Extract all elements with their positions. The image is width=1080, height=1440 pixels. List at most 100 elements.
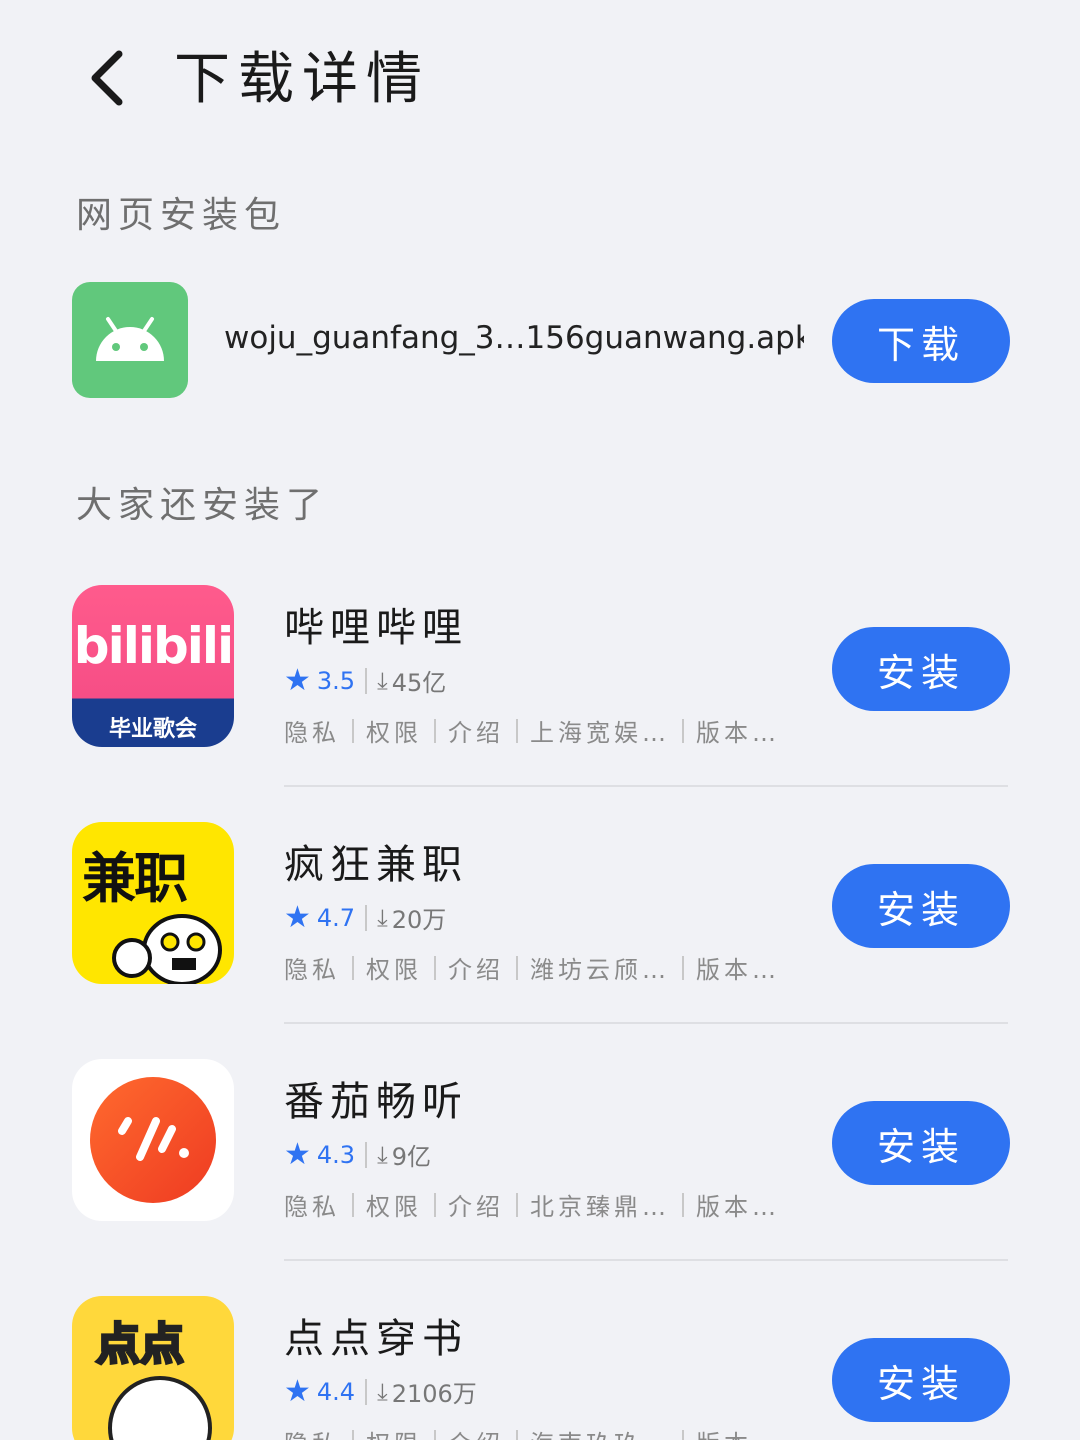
separator [352, 1192, 354, 1217]
install-button[interactable]: 安装 [832, 864, 1010, 948]
download-count: 2106万 [391, 1380, 477, 1408]
diandian-app-icon: 点点 [72, 1296, 234, 1440]
chevron-left-icon [91, 50, 123, 106]
header: 下载详情 [0, 0, 1080, 150]
app-links: 隐私 权限 介绍 潍坊云颀… 版本… [284, 950, 780, 985]
list-item[interactable]: 番茄畅听 ★ 4.3 ⤓ 9亿 隐私 权限 介绍 北京臻鼎… 版本… 安装 [72, 1059, 1010, 1261]
icon-banner-text: 毕业歌会 [108, 717, 197, 742]
android-icon [72, 282, 188, 398]
separator [365, 1141, 368, 1168]
separator [352, 955, 354, 980]
permissions-link[interactable]: 权限 [366, 713, 422, 748]
app-rating: 4.3 [316, 1140, 356, 1169]
app-meta: ★ 4.4 ⤓ 2106万 [284, 1374, 477, 1409]
divider [284, 785, 1008, 787]
install-button[interactable]: 安装 [832, 1101, 1010, 1185]
app-name: 番茄畅听 [284, 1079, 468, 1125]
back-button[interactable] [72, 38, 142, 118]
download-arrow-icon: ⤓ [377, 1140, 388, 1169]
download-count: 45亿 [391, 669, 447, 697]
version-link[interactable]: 版本… [696, 1187, 780, 1222]
separator [516, 1192, 518, 1217]
bilibili-app-icon: bilibili 毕业歌会 [72, 585, 234, 747]
download-count: 20万 [391, 906, 447, 934]
privacy-link[interactable]: 隐私 [284, 713, 340, 748]
star-icon: ★ [284, 900, 311, 935]
app-name: 哔哩哔哩 [284, 605, 468, 651]
privacy-link[interactable]: 隐私 [284, 1187, 340, 1222]
privacy-link[interactable]: 隐私 [284, 950, 340, 985]
separator [516, 718, 518, 743]
list-item[interactable]: 点点 点点穿书 ★ 4.4 ⤓ 2106万 隐私 权限 介绍 海南玖玖… 版本…… [72, 1296, 1010, 1440]
list-item[interactable]: 兼职 疯狂兼职 ★ 4.7 ⤓ 20万 隐私 权限 介绍 潍坊云颀… 版本… 安… [72, 822, 1010, 1024]
version-link[interactable]: 版本… [696, 713, 780, 748]
separator [516, 955, 518, 980]
star-icon: ★ [284, 1374, 311, 1409]
separator [434, 1192, 436, 1217]
intro-link[interactable]: 介绍 [448, 1187, 504, 1222]
permissions-link[interactable]: 权限 [366, 1187, 422, 1222]
star-icon: ★ [284, 663, 311, 698]
separator [682, 1192, 684, 1217]
app-rating: 4.4 [316, 1377, 356, 1406]
divider [284, 1022, 1008, 1024]
app-links: 隐私 权限 介绍 北京臻鼎… 版本… [284, 1187, 780, 1222]
download-arrow-icon: ⤓ [377, 1377, 388, 1406]
separator [682, 955, 684, 980]
developer-link[interactable]: 潍坊云颀… [530, 950, 670, 985]
developer-link[interactable]: 海南玖玖… [530, 1424, 670, 1440]
download-arrow-icon: ⤓ [377, 666, 388, 695]
download-arrow-icon: ⤓ [377, 903, 388, 932]
app-links: 隐私 权限 介绍 海南玖玖… 版本… [284, 1424, 780, 1440]
sound-wave-icon [118, 1117, 189, 1161]
privacy-link[interactable]: 隐私 [284, 1424, 340, 1440]
fanqie-app-icon [72, 1059, 234, 1221]
separator [682, 1429, 684, 1440]
separator [434, 718, 436, 743]
page-title: 下载详情 [174, 47, 430, 112]
separator [434, 1429, 436, 1440]
cartoon-face-icon [112, 914, 222, 984]
web-package-row: woju_guanfang_3…156guanwang.apk 下载 [72, 282, 1010, 398]
developer-link[interactable]: 上海宽娱… [530, 713, 670, 748]
separator [682, 718, 684, 743]
divider [284, 1259, 1008, 1261]
intro-link[interactable]: 介绍 [448, 713, 504, 748]
version-link[interactable]: 版本… [696, 950, 780, 985]
bilibili-logo-text: bilibili [73, 617, 234, 675]
install-button[interactable]: 安装 [832, 1338, 1010, 1422]
version-link[interactable]: 版本… [696, 1424, 780, 1440]
diandian-logo-text: 点点 [95, 1318, 186, 1372]
install-button[interactable]: 安装 [832, 627, 1010, 711]
download-button[interactable]: 下载 [832, 299, 1010, 383]
app-name: 疯狂兼职 [284, 842, 468, 888]
bear-face-icon [108, 1376, 212, 1440]
section-title-recommend: 大家还安装了 [76, 485, 329, 526]
package-filename: woju_guanfang_3…156guanwang.apk [224, 320, 804, 356]
section-title-web-package: 网页安装包 [76, 195, 287, 236]
star-icon: ★ [284, 1137, 311, 1172]
app-name: 点点穿书 [284, 1316, 468, 1362]
separator [516, 1429, 518, 1440]
jianzhi-app-icon: 兼职 [72, 822, 234, 984]
separator [352, 1429, 354, 1440]
app-links: 隐私 权限 介绍 上海宽娱… 版本… [284, 713, 780, 748]
app-rating: 4.7 [316, 903, 356, 932]
separator [365, 667, 368, 694]
separator [365, 904, 368, 931]
download-details-page: 下载详情 网页安装包 woju_guanfang_3…156guanwang.a… [0, 0, 1080, 1440]
separator [434, 955, 436, 980]
download-count: 9亿 [391, 1143, 431, 1171]
list-item[interactable]: bilibili 毕业歌会 哔哩哔哩 ★ 3.5 ⤓ 45亿 隐私 权限 介绍 … [72, 585, 1010, 787]
permissions-link[interactable]: 权限 [366, 1424, 422, 1440]
separator [365, 1378, 368, 1405]
app-meta: ★ 3.5 ⤓ 45亿 [284, 663, 446, 698]
app-meta: ★ 4.3 ⤓ 9亿 [284, 1137, 431, 1172]
intro-link[interactable]: 介绍 [448, 950, 504, 985]
permissions-link[interactable]: 权限 [366, 950, 422, 985]
app-meta: ★ 4.7 ⤓ 20万 [284, 900, 446, 935]
separator [352, 718, 354, 743]
developer-link[interactable]: 北京臻鼎… [530, 1187, 670, 1222]
intro-link[interactable]: 介绍 [448, 1424, 504, 1440]
app-rating: 3.5 [316, 666, 356, 695]
